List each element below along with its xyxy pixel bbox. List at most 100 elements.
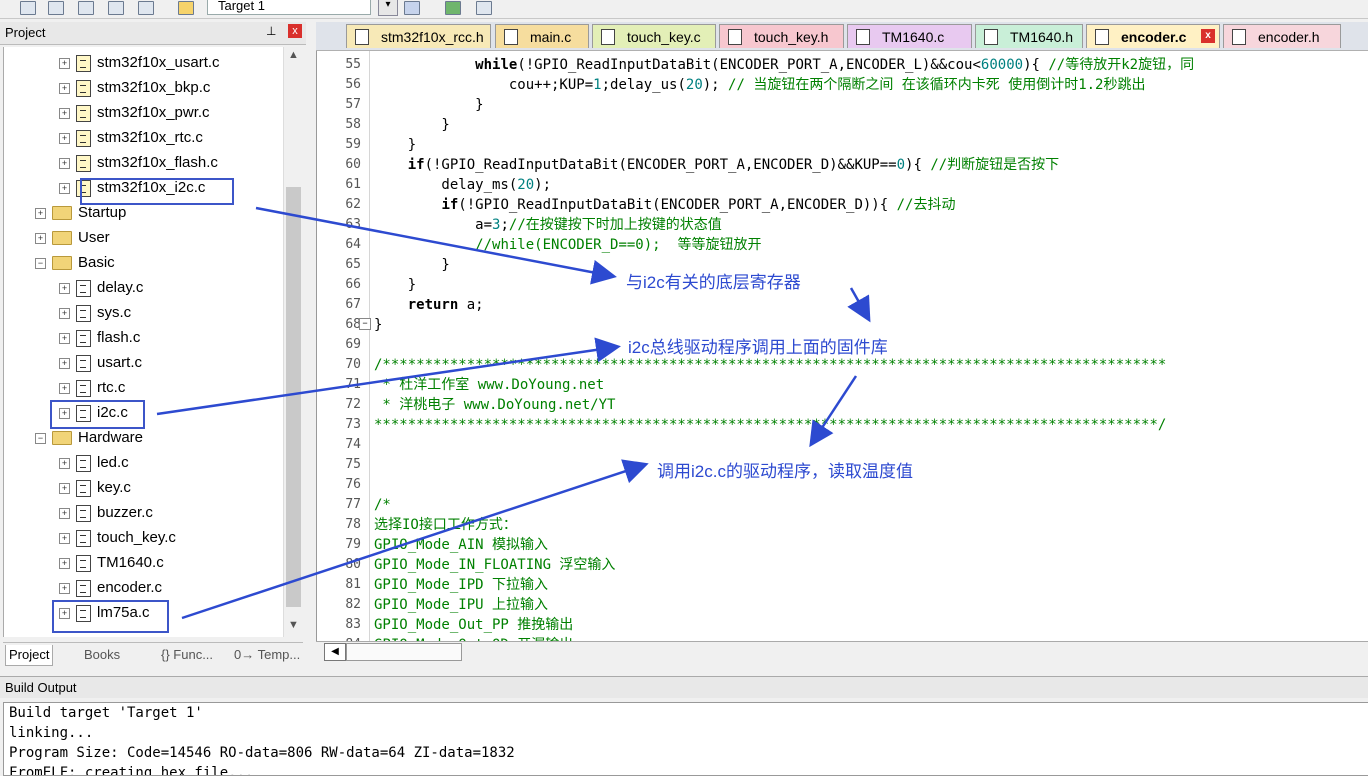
code-line[interactable]: }	[374, 135, 416, 155]
code-line[interactable]: if(!GPIO_ReadInputDataBit(ENCODER_PORT_A…	[374, 195, 955, 215]
fold-toggle-icon[interactable]: −	[359, 318, 371, 330]
tree-item[interactable]: + usart.c	[59, 351, 142, 375]
build-icon[interactable]	[48, 1, 64, 15]
tree-item[interactable]: + led.c	[59, 451, 129, 475]
editor-tab[interactable]: main.c	[495, 24, 589, 48]
tree-item[interactable]: + encoder.c	[59, 576, 162, 600]
scroll-up-icon[interactable]: ▲	[288, 49, 299, 61]
code-line[interactable]: }	[374, 95, 483, 115]
expand-icon[interactable]: +	[59, 532, 70, 544]
code-line[interactable]: }	[374, 255, 449, 275]
code-line[interactable]: /*	[374, 495, 391, 515]
code-line[interactable]: /***************************************…	[374, 355, 1166, 375]
target-select[interactable]: Target 1	[207, 0, 371, 15]
code-line[interactable]: a=3;//在按键按下时加上按键的状态值	[374, 215, 722, 235]
editor-tab[interactable]: stm32f10x_rcc.h	[346, 24, 491, 48]
expand-icon[interactable]: +	[59, 157, 70, 169]
close-tab-icon[interactable]: x	[1201, 29, 1215, 43]
tree-item[interactable]: − Basic	[35, 251, 115, 275]
scroll-left-icon[interactable]: ◀	[324, 643, 346, 661]
code-line[interactable]: * 杜洋工作室 www.DoYoung.net	[374, 375, 604, 395]
tree-item[interactable]: + TM1640.c	[59, 551, 164, 575]
expand-icon[interactable]: +	[59, 557, 70, 569]
editor-horizontal-scrollbar[interactable]: ◀	[316, 641, 1368, 662]
build-output-panel[interactable]: Build target 'Target 1' linking... Program…	[3, 702, 1368, 776]
code-line[interactable]: cou++;KUP=1;delay_us(20); // 当旋钮在两个隔断之间 …	[374, 75, 1146, 95]
code-line[interactable]: delay_ms(20);	[374, 175, 551, 195]
expand-icon[interactable]: +	[59, 482, 70, 494]
editor-tab[interactable]: encoder.h	[1223, 24, 1341, 48]
tab-functions[interactable]: {} Func...	[158, 645, 216, 665]
expand-icon[interactable]: +	[59, 132, 70, 144]
code-line[interactable]: return a;	[374, 295, 484, 315]
code-line[interactable]: GPIO_Mode_IPU 上拉输入	[374, 595, 548, 615]
tree-item[interactable]: + rtc.c	[59, 376, 125, 400]
code-line[interactable]: ****************************************…	[374, 415, 1166, 435]
expand-icon[interactable]: +	[59, 582, 70, 594]
tree-item[interactable]: + stm32f10x_bkp.c	[59, 76, 210, 100]
expand-icon[interactable]: +	[59, 357, 70, 369]
batch-build-icon[interactable]	[20, 1, 36, 15]
code-line[interactable]: if(!GPIO_ReadInputDataBit(ENCODER_PORT_A…	[374, 155, 1059, 175]
code-line[interactable]: }	[374, 275, 416, 295]
tree-item[interactable]: + User	[35, 226, 110, 250]
code-line[interactable]: }	[374, 115, 449, 135]
expand-icon[interactable]: +	[59, 57, 70, 69]
pin-icon[interactable]: ⊥	[266, 24, 276, 38]
tree-item[interactable]: + sys.c	[59, 301, 131, 325]
target-dropdown-icon[interactable]: ▾	[378, 0, 398, 16]
close-icon[interactable]: x	[288, 24, 302, 38]
code-line[interactable]: GPIO_Mode_AIN 模拟输入	[374, 535, 548, 555]
code-line[interactable]: //while(ENCODER_D==0); 等等旋钮放开	[374, 235, 761, 255]
code-line[interactable]: while(!GPIO_ReadInputDataBit(ENCODER_POR…	[374, 55, 1194, 75]
code-line[interactable]: * 洋桃电子 www.DoYoung.net/YT	[374, 395, 615, 415]
expand-icon[interactable]: +	[59, 507, 70, 519]
expand-icon[interactable]: +	[59, 307, 70, 319]
editor-tab[interactable]: touch_key.c	[592, 24, 716, 48]
editor-tab[interactable]: TM1640.c	[847, 24, 972, 48]
code-line[interactable]: GPIO_Mode_IPD 下拉输入	[374, 575, 548, 595]
manage-icon[interactable]	[445, 1, 461, 15]
code-line[interactable]: GPIO_Mode_Out_PP 推挽输出	[374, 615, 573, 635]
tree-item[interactable]: − Hardware	[35, 426, 143, 450]
expand-icon[interactable]: +	[59, 382, 70, 394]
expand-icon[interactable]: +	[35, 232, 46, 244]
tree-item[interactable]: + buzzer.c	[59, 501, 153, 525]
tree-item[interactable]: + key.c	[59, 476, 131, 500]
tab-project[interactable]: Project	[5, 645, 54, 666]
expand-icon[interactable]: +	[59, 332, 70, 344]
tab-templates[interactable]: 0→ Temp...	[231, 645, 303, 665]
code-line[interactable]: 选择IO接口工作方式：	[374, 515, 517, 535]
tree-item[interactable]: + delay.c	[59, 276, 143, 300]
expand-icon[interactable]: +	[59, 282, 70, 294]
horizontal-scroll-thumb[interactable]	[346, 643, 462, 661]
scroll-down-icon[interactable]: ▼	[288, 619, 299, 631]
expand-icon[interactable]: +	[35, 207, 46, 219]
expand-icon[interactable]: +	[59, 182, 70, 194]
stop-icon[interactable]	[138, 1, 154, 15]
tree-item[interactable]: + stm32f10x_pwr.c	[59, 101, 210, 125]
editor-tab[interactable]: touch_key.h	[719, 24, 844, 48]
stack-icon[interactable]	[108, 1, 124, 15]
editor-tab[interactable]: TM1640.h	[975, 24, 1083, 48]
tree-item[interactable]: + touch_key.c	[59, 526, 176, 550]
tree-item[interactable]: + stm32f10x_usart.c	[59, 51, 220, 75]
rebuild-icon[interactable]	[78, 1, 94, 15]
project-scrollbar[interactable]: ▲ ▼	[283, 47, 303, 637]
editor-tab[interactable]: encoder.c x	[1086, 24, 1220, 48]
tree-item[interactable]: + flash.c	[59, 326, 140, 350]
expand-icon[interactable]: +	[59, 457, 70, 469]
download-icon[interactable]	[178, 1, 194, 15]
collapse-icon[interactable]: −	[35, 432, 46, 444]
collapse-icon[interactable]: −	[35, 257, 46, 269]
options-icon[interactable]	[404, 1, 420, 15]
tree-item[interactable]: + stm32f10x_flash.c	[59, 151, 218, 175]
books-icon[interactable]	[476, 1, 492, 15]
expand-icon[interactable]: +	[59, 82, 70, 94]
code-line[interactable]: }	[374, 315, 382, 335]
code-line[interactable]: GPIO_Mode_IN_FLOATING 浮空输入	[374, 555, 615, 575]
scroll-thumb[interactable]	[286, 187, 301, 607]
tab-books[interactable]: Books	[81, 645, 123, 665]
tree-item[interactable]: + stm32f10x_rtc.c	[59, 126, 203, 150]
expand-icon[interactable]: +	[59, 107, 70, 119]
